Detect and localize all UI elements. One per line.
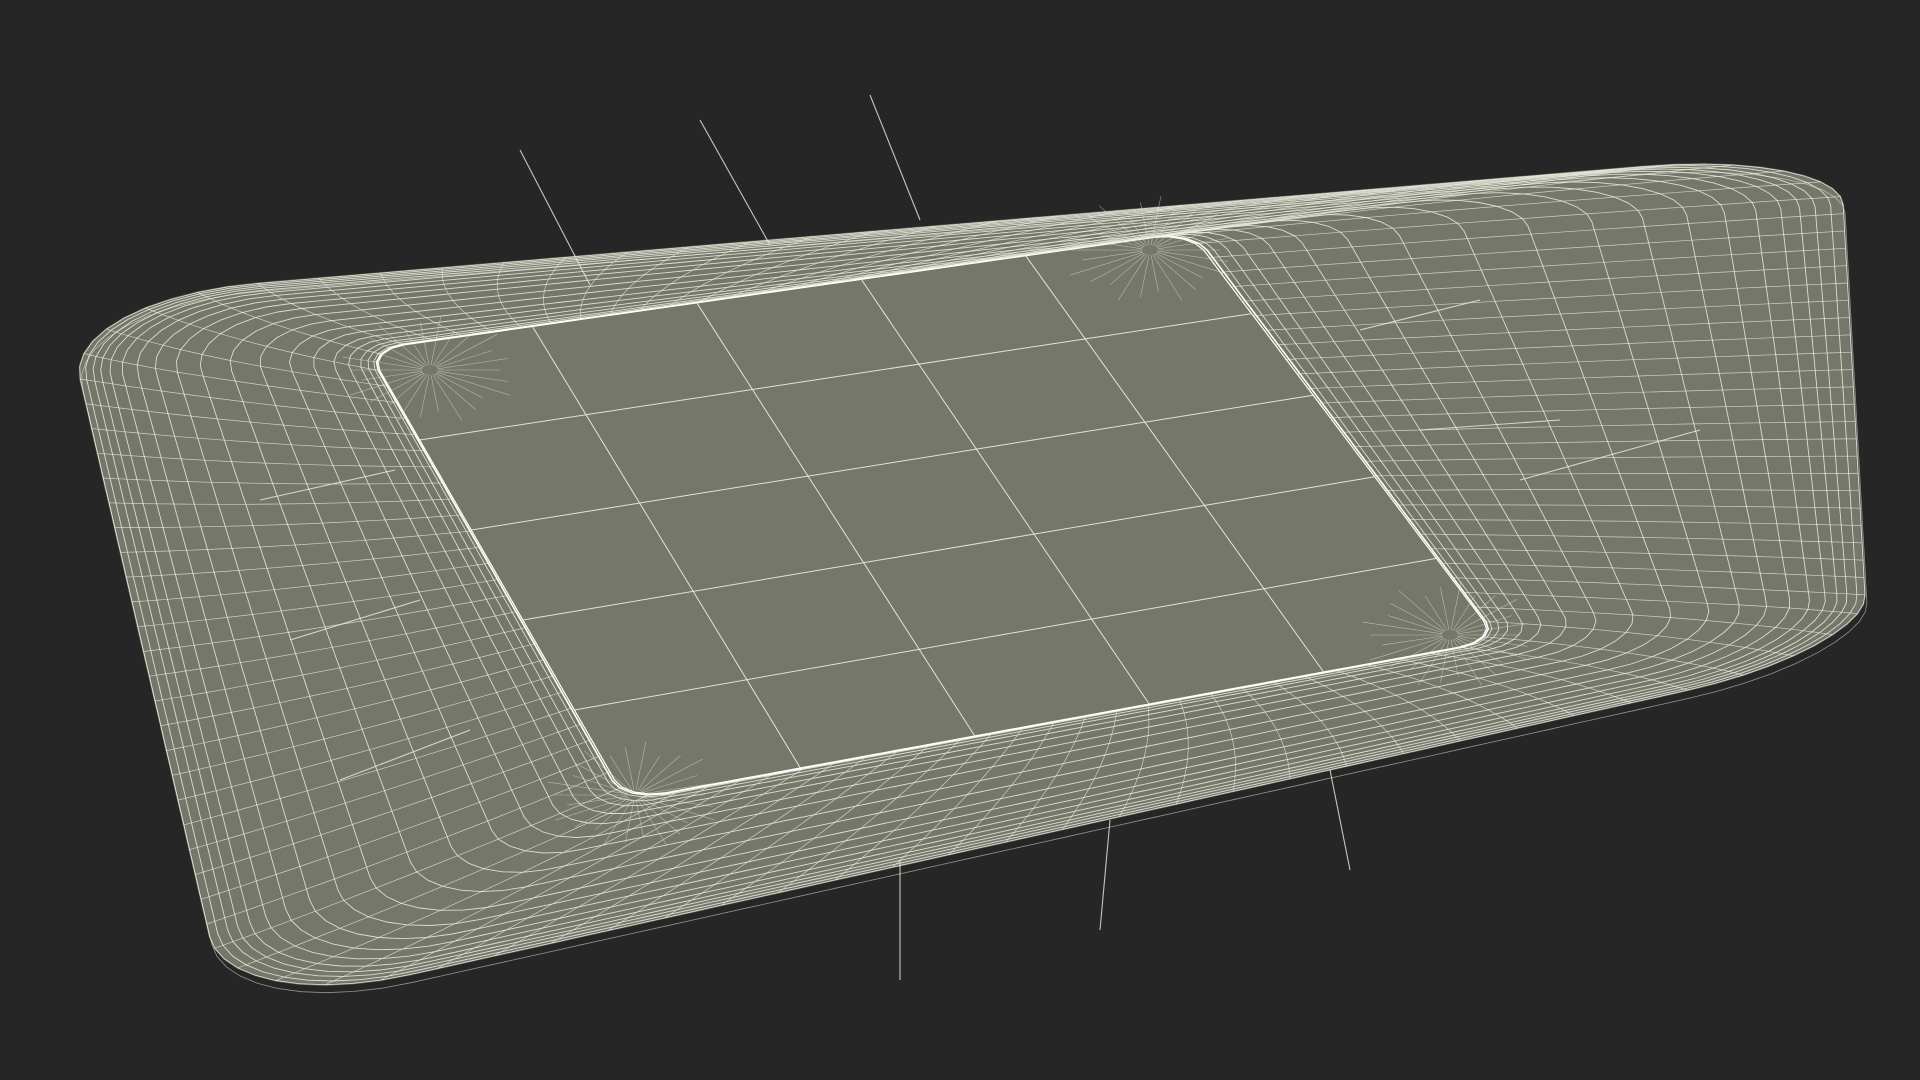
render-viewport[interactable] — [0, 0, 1920, 1080]
wireframe-scene — [0, 0, 1920, 1080]
